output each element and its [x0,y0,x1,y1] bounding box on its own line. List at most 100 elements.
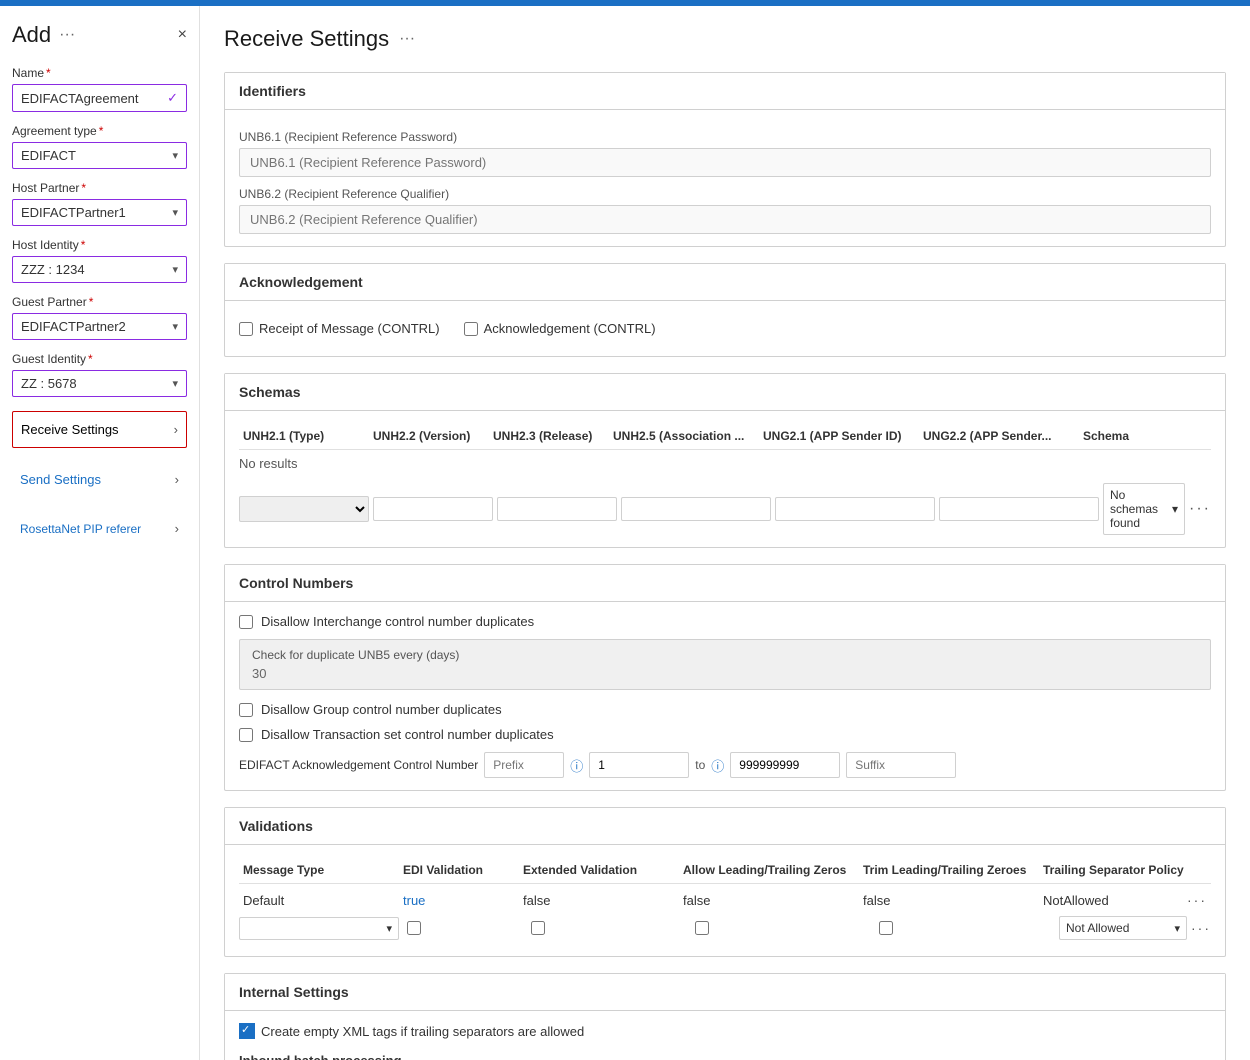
sidebar-close[interactable]: × [178,26,187,44]
val-default-trailing: NotAllowed ··· [1039,892,1211,908]
val-trim-checkbox[interactable] [879,921,893,935]
create-xml-label: Create empty XML tags if trailing separa… [261,1024,584,1039]
validations-header: Validations [225,808,1225,845]
schema-col-ung22: UNG2.2 (APP Sender... [919,429,1079,443]
chevron-right-icon: › [175,521,179,536]
disallow-group-checkbox[interactable] [239,703,253,717]
internal-settings-section: Internal Settings Create empty XML tags … [224,973,1226,1060]
val-edi-checkbox[interactable] [407,921,421,935]
chevron-right-icon: › [174,422,178,437]
guest-identity-select[interactable]: ZZ : 5678 ▾ [12,370,187,397]
schemas-section: Schemas UNH2.1 (Type) UNH2.2 (Version) U… [224,373,1226,548]
chevron-down-icon: ▾ [172,263,178,276]
val-default-trim: false [859,893,1039,908]
schema-select[interactable]: No schemas found ▾ [1103,483,1185,535]
host-identity-select[interactable]: ZZZ : 1234 ▾ [12,256,187,283]
chevron-right-icon: › [175,472,179,487]
not-allowed-select[interactable]: Not Allowed ▾ [1059,916,1187,940]
chevron-down-icon: ▾ [172,206,178,219]
host-partner-select[interactable]: EDIFACTPartner1 ▾ [12,199,187,226]
inbound-batch-label: Inbound batch processing [239,1053,1211,1060]
schema-col-ung21: UNG2.1 (APP Sender ID) [759,429,919,443]
unb61-label: UNB6.1 (Recipient Reference Password) [239,130,1211,144]
val-dots[interactable]: ··· [1187,892,1207,908]
schema-col-unh22: UNH2.2 (Version) [369,429,489,443]
val-row-dots[interactable]: ··· [1191,920,1211,936]
sidebar-dots[interactable]: ··· [59,26,75,44]
val-col-message-type: Message Type [239,863,399,877]
val-col-allow: Allow Leading/Trailing Zeros [679,863,859,877]
prefix-input[interactable] [484,752,564,778]
info-icon[interactable]: ⓘ [570,756,583,775]
identifiers-header: Identifiers [225,73,1225,110]
schema-release-input[interactable] [497,497,617,521]
number-from-input[interactable] [589,752,689,778]
disallow-transaction-checkbox[interactable] [239,728,253,742]
unb62-input[interactable] [239,205,1211,234]
check-icon: ✓ [167,90,178,106]
no-results: No results [239,450,1211,477]
suffix-input[interactable] [846,752,956,778]
val-col-extended: Extended Validation [519,863,679,877]
val-default-extended: false [519,893,679,908]
agreement-type-label: Agreement type* [12,124,187,138]
control-numbers-header: Control Numbers [225,565,1225,602]
sidebar-item-receive-settings[interactable]: Receive Settings › [12,411,187,448]
days-label: Check for duplicate UNB5 every (days) [252,648,1198,662]
disallow-transaction-label: Disallow Transaction set control number … [261,727,554,742]
sidebar-title: Add [12,22,51,48]
name-input[interactable]: EDIFACTAgreement ✓ [12,84,187,112]
identifiers-section: Identifiers UNB6.1 (Recipient Reference … [224,72,1226,247]
val-default-allow: false [679,893,859,908]
acknowledgement-checkbox[interactable] [464,322,478,336]
chevron-down-icon: ▾ [1172,502,1178,516]
guest-partner-label: Guest Partner* [12,295,187,309]
schema-type-input[interactable] [239,496,369,522]
schema-col-unh25: UNH2.5 (Association ... [609,429,759,443]
main-title: Receive Settings [224,26,389,52]
schemas-header: Schemas [225,374,1225,411]
unb61-input[interactable] [239,148,1211,177]
sidebar-item-send-settings[interactable]: Send Settings › [12,462,187,497]
acknowledgement-header: Acknowledgement [225,264,1225,301]
val-col-trim: Trim Leading/Trailing Zeroes [859,863,1039,877]
agreement-type-select[interactable]: EDIFACT ▾ [12,142,187,169]
disallow-interchange-label: Disallow Interchange control number dupl… [261,614,534,629]
chevron-down-icon: ▾ [172,320,178,333]
val-col-trailing: Trailing Separator Policy [1039,863,1211,877]
number-to-input[interactable] [730,752,840,778]
to-label: to [695,758,705,772]
chevron-down-icon: ▾ [172,149,178,162]
schema-assoc-input[interactable] [621,497,771,521]
schema-col-unh23: UNH2.3 (Release) [489,429,609,443]
schema-sender-id-input[interactable] [775,497,935,521]
guest-partner-select[interactable]: EDIFACTPartner2 ▾ [12,313,187,340]
info-icon2[interactable]: ⓘ [711,756,724,775]
schema-sender2-input[interactable] [939,497,1099,521]
schema-col-unh21: UNH2.1 (Type) [239,429,369,443]
val-col-edi: EDI Validation [399,863,519,877]
control-numbers-section: Control Numbers Disallow Interchange con… [224,564,1226,791]
unb62-label: UNB6.2 (Recipient Reference Qualifier) [239,187,1211,201]
val-default-type: Default [239,893,399,908]
guest-identity-label: Guest Identity* [12,352,187,366]
val-allow-checkbox[interactable] [695,921,709,935]
val-extended-checkbox[interactable] [531,921,545,935]
acknowledgement-label: Acknowledgement (CONTRL) [484,321,656,336]
main-dots[interactable]: ··· [399,30,415,48]
chevron-down-icon: ▾ [172,377,178,390]
internal-settings-header: Internal Settings [225,974,1225,1011]
val-type-dropdown[interactable]: ▾ [239,917,399,940]
schema-dots[interactable]: ··· [1189,500,1211,518]
host-partner-label: Host Partner* [12,181,187,195]
schema-col-schema: Schema [1079,429,1211,443]
host-identity-label: Host Identity* [12,238,187,252]
receipt-message-checkbox[interactable] [239,322,253,336]
validations-section: Validations Message Type EDI Validation … [224,807,1226,957]
receipt-message-label: Receipt of Message (CONTRL) [259,321,440,336]
create-xml-checkbox[interactable] [239,1023,255,1039]
acknowledgement-section: Acknowledgement Receipt of Message (CONT… [224,263,1226,357]
sidebar-item-rosettanet[interactable]: RosettaNet PIP referer › [12,511,187,546]
disallow-interchange-checkbox[interactable] [239,615,253,629]
schema-version-input[interactable] [373,497,493,521]
